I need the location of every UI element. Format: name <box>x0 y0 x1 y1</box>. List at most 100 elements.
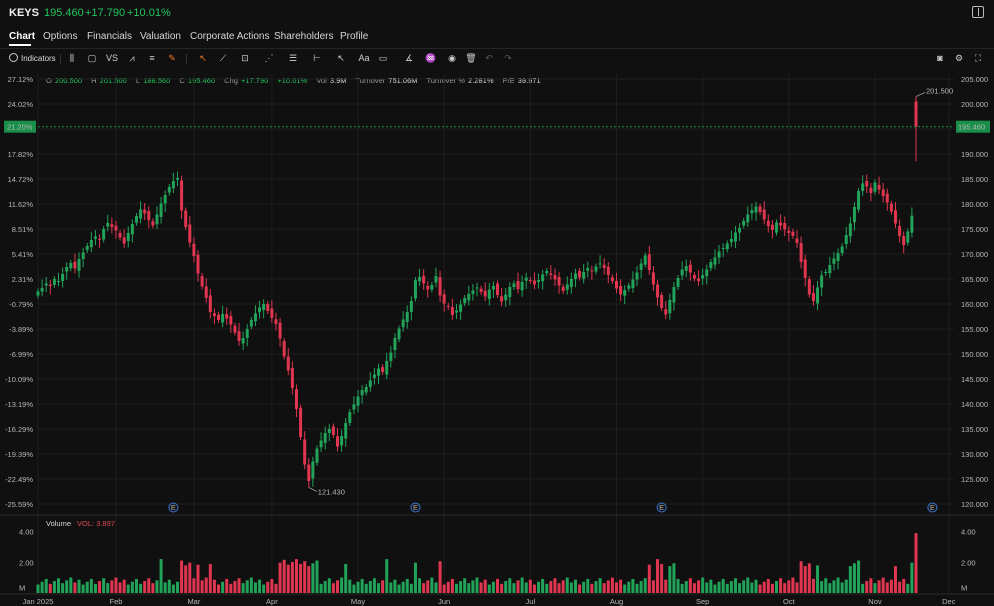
candle-body <box>459 304 463 312</box>
volume-bar <box>500 583 504 593</box>
volume-bar <box>848 566 852 593</box>
candle-body <box>262 304 266 310</box>
candle-body <box>914 101 918 127</box>
volume-bar <box>697 580 701 593</box>
volume-bar <box>102 578 106 593</box>
candle-body <box>217 314 221 320</box>
max-annotation-label: 201.500 <box>926 87 953 96</box>
candle-body <box>709 262 713 269</box>
x-tick-label: Oct <box>783 597 796 606</box>
candle-body <box>426 286 430 290</box>
y-tick-label-right: 200.000 <box>961 100 988 109</box>
volume-bar <box>307 566 311 593</box>
volume-bar <box>717 581 721 593</box>
volume-bar <box>758 584 762 593</box>
y-tick-label-right: 180.000 <box>961 200 988 209</box>
candle-body <box>348 412 352 423</box>
volume-bar <box>569 582 573 593</box>
candle-body <box>475 287 479 289</box>
candle-body <box>73 261 77 269</box>
volume-bar <box>36 584 40 593</box>
y-tick-label-left: 8.51% <box>12 225 34 234</box>
volume-bar <box>249 577 253 593</box>
candle-body <box>688 264 692 273</box>
volume-bar <box>188 562 192 593</box>
candlestick-chart[interactable]: 205.00027.12%200.00024.02%195.000190.000… <box>0 0 994 606</box>
x-tick-label: Jan 2025 <box>23 597 54 606</box>
candle-body <box>171 181 175 189</box>
candle-body <box>549 273 553 275</box>
candle-body <box>48 284 52 286</box>
candle-body <box>200 276 204 287</box>
candle-body <box>762 209 766 220</box>
volume-bar <box>660 564 664 593</box>
candle-body <box>832 258 836 264</box>
volume-bar <box>852 563 856 593</box>
volume-bar <box>130 581 134 593</box>
volume-bar <box>175 581 179 593</box>
volume-bar <box>573 579 577 593</box>
candle-body <box>377 368 381 376</box>
candle-body <box>319 440 323 448</box>
candle-body <box>188 224 192 243</box>
volume-bar <box>881 577 885 593</box>
volume-bar <box>430 577 434 593</box>
candle-body <box>360 390 364 396</box>
candle-body <box>147 211 151 220</box>
candle-body <box>496 283 500 295</box>
volume-bar <box>475 577 479 593</box>
volume-bar <box>241 583 245 593</box>
volume-bar <box>196 564 200 593</box>
candle-body <box>857 191 861 210</box>
volume-bar <box>721 578 725 593</box>
candle-body <box>852 207 856 223</box>
candle-body <box>668 300 672 314</box>
volume-bar <box>508 578 512 593</box>
volume-bar <box>294 559 298 593</box>
volume-bar <box>479 582 483 593</box>
volume-bar <box>299 564 303 593</box>
volume-bar <box>643 578 647 593</box>
candle-body <box>848 223 852 237</box>
volume-bar <box>594 581 598 593</box>
volume-bar <box>151 583 155 593</box>
candle-body <box>233 325 237 333</box>
volume-bar <box>561 580 565 593</box>
candle-body <box>717 251 721 258</box>
volume-bar <box>647 564 651 593</box>
volume-bar <box>885 582 889 593</box>
volume-bar <box>787 580 791 593</box>
earnings-marker-label: E <box>930 503 935 512</box>
y-tick-label-right: 140.000 <box>961 400 988 409</box>
volume-bar <box>889 579 893 593</box>
volume-bar <box>315 560 319 593</box>
candle-body <box>775 222 779 233</box>
candle-body <box>393 338 397 350</box>
volume-bar <box>336 580 340 593</box>
volume-bar <box>139 583 143 593</box>
candle-body <box>799 243 803 262</box>
volume-bar <box>163 582 167 593</box>
volume-bar <box>906 583 910 593</box>
volume-bar <box>225 578 229 593</box>
candle-body <box>676 278 680 287</box>
volume-bar <box>237 578 241 593</box>
candle-body <box>770 224 774 230</box>
volume-bar <box>303 561 307 593</box>
x-tick-label: Aug <box>610 597 623 606</box>
candle-body <box>713 257 717 265</box>
volume-bar <box>192 578 196 593</box>
y-tick-label-right: 190.000 <box>961 150 988 159</box>
volume-bar <box>725 583 729 593</box>
candle-body <box>356 396 360 406</box>
volume-bar <box>545 583 549 593</box>
candle-body <box>422 275 426 284</box>
candle-body <box>725 243 729 250</box>
candle-body <box>828 265 832 274</box>
volume-bar <box>713 584 717 593</box>
candle-body <box>733 232 737 242</box>
volume-bar <box>664 579 668 593</box>
candle-body <box>758 206 762 212</box>
volume-bar <box>266 581 270 593</box>
y-tick-label-left: 24.02% <box>8 100 34 109</box>
